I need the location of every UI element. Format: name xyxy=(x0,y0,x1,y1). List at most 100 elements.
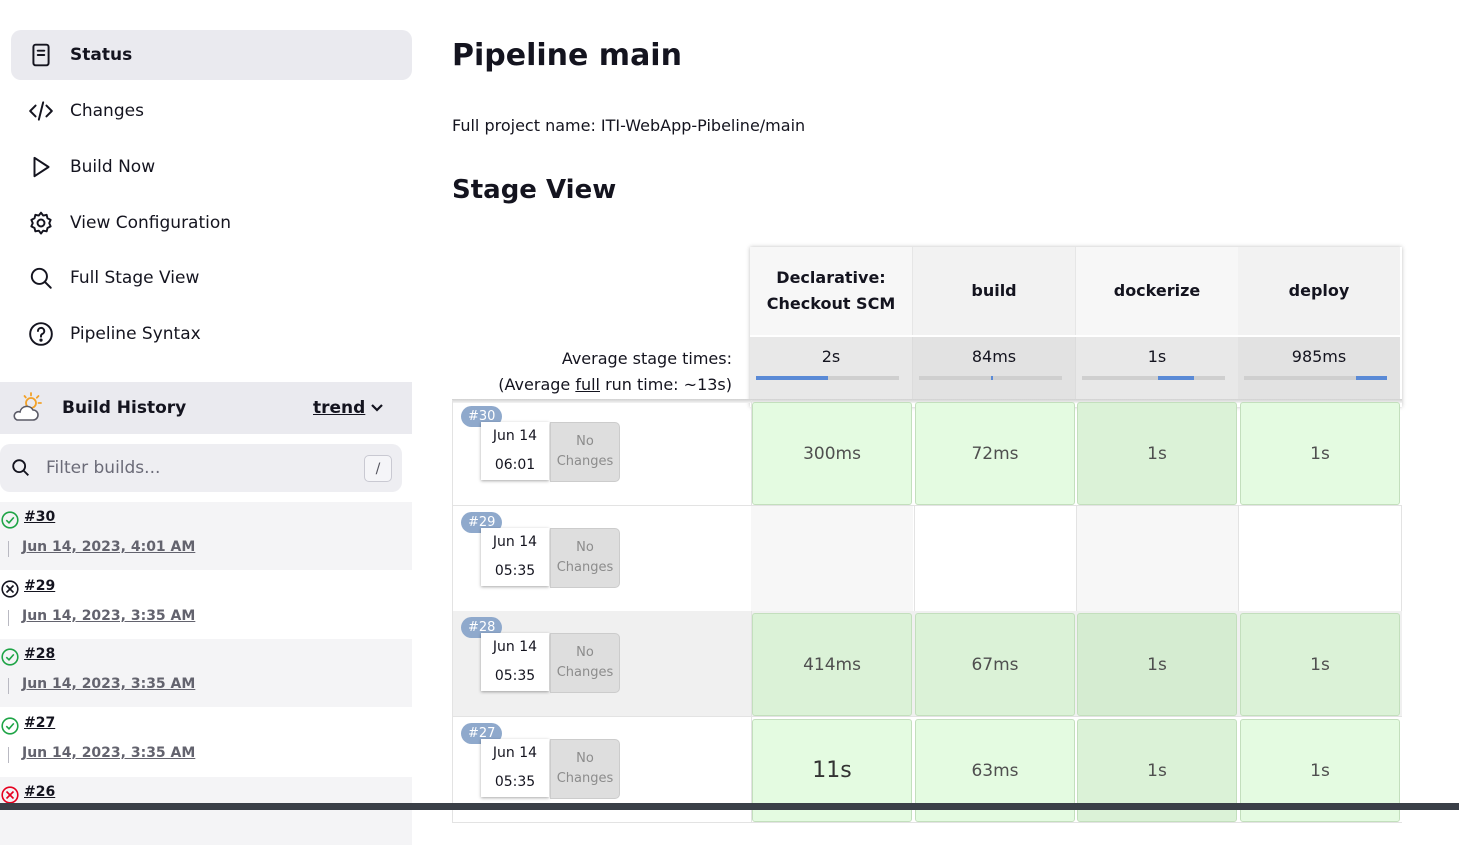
stage-name-line: Checkout SCM xyxy=(766,294,896,313)
stage-cell[interactable]: 1s xyxy=(1240,613,1400,716)
build-number-link[interactable]: #26 xyxy=(24,784,55,800)
stage-cell[interactable]: 67ms xyxy=(915,613,1075,716)
stage-run-row: #29 Jun 14 05:35 No Changes xyxy=(452,506,1402,612)
stage-name-line: Declarative: xyxy=(776,268,886,287)
run-time: 05:35 xyxy=(494,668,536,684)
stage-header-deploy: deploy xyxy=(1238,247,1400,335)
run-time: 06:01 xyxy=(494,457,536,473)
avg-label-prefix: (Average xyxy=(498,375,576,394)
empty-stage-cell xyxy=(751,506,913,611)
avg-time-cell: 84ms xyxy=(913,337,1076,399)
trend-link[interactable]: trend xyxy=(313,398,365,418)
stage-header-checkout: Declarative: Checkout SCM xyxy=(750,247,913,335)
run-date: Jun 14 xyxy=(492,639,538,655)
changes-text: No xyxy=(576,645,594,660)
full-run-time-link[interactable]: full xyxy=(575,375,600,394)
stage-cell[interactable]: 1s xyxy=(1240,402,1400,505)
sidebar-item-view-configuration[interactable]: View Configuration xyxy=(11,198,412,248)
stage-view-title: Stage View xyxy=(452,175,617,205)
sidebar-item-pipeline-syntax[interactable]: Pipeline Syntax xyxy=(11,309,412,359)
no-changes-box[interactable]: No Changes xyxy=(550,633,620,693)
run-datetime: Jun 14 05:35 xyxy=(481,739,549,797)
gear-icon xyxy=(26,208,56,238)
empty-stage-cell xyxy=(1076,506,1239,611)
sidebar-item-label: Build Now xyxy=(70,157,156,177)
build-row: #30 Jun 14, 2023, 4:01 AM xyxy=(0,502,412,570)
bottom-scroll-bar xyxy=(0,803,1459,810)
build-number-link[interactable]: #30 xyxy=(24,509,55,525)
success-check-icon xyxy=(1,717,19,735)
sidebar-item-build-now[interactable]: Build Now xyxy=(11,142,412,192)
success-check-icon xyxy=(1,511,19,529)
sidebar-item-changes[interactable]: Changes xyxy=(11,86,412,136)
build-history-title: Build History xyxy=(62,398,187,418)
avg-time-value: 84ms xyxy=(971,347,1017,366)
full-project-name: Full project name: ITI-WebApp-Pibeline/m… xyxy=(452,116,806,135)
avg-label-suffix: run time: ~13s) xyxy=(600,375,732,394)
stage-cell[interactable]: 414ms xyxy=(752,613,912,716)
avg-progress-track xyxy=(1082,376,1225,380)
build-number-link[interactable]: #28 xyxy=(24,646,55,662)
avg-time-cell: 2s xyxy=(750,337,913,399)
build-number-link[interactable]: #29 xyxy=(24,578,55,594)
run-info: #28 Jun 14 05:35 No Changes xyxy=(452,611,752,716)
sidebar-item-full-stage-view[interactable]: Full Stage View xyxy=(11,253,412,303)
avg-label-line: Average stage times: xyxy=(561,349,732,368)
run-info: #30 Jun 14 06:01 No Changes xyxy=(452,400,752,505)
chevron-down-icon[interactable] xyxy=(368,399,386,417)
help-icon xyxy=(26,319,56,349)
build-row: #27 Jun 14, 2023, 3:35 AM xyxy=(0,708,412,776)
avg-progress-fill xyxy=(990,376,994,380)
stage-cell[interactable]: 1s xyxy=(1077,613,1237,716)
empty-stage-cell xyxy=(914,506,1077,611)
timeline-line xyxy=(8,747,9,763)
stage-run-row: #28 Jun 14 05:35 No Changes 414ms 67ms 1… xyxy=(452,611,1402,717)
search-icon xyxy=(10,457,32,479)
avg-time-cell: 1s xyxy=(1076,337,1239,399)
avg-time-cell: 985ms xyxy=(1238,337,1400,399)
stage-run-row: #30 Jun 14 06:01 No Changes 300ms 72ms 1… xyxy=(452,400,1402,506)
build-row: #28 Jun 14, 2023, 3:35 AM xyxy=(0,639,412,707)
changes-text: Changes xyxy=(556,771,614,786)
run-datetime: Jun 14 05:35 xyxy=(481,633,549,691)
no-changes-box[interactable]: No Changes xyxy=(550,528,620,588)
empty-stage-cell xyxy=(1238,506,1402,611)
changes-text: Changes xyxy=(556,560,614,575)
build-row: #29 Jun 14, 2023, 3:35 AM xyxy=(0,571,412,639)
timeline-line xyxy=(8,541,9,557)
stage-cell[interactable]: 300ms xyxy=(752,402,912,505)
filter-builds-input[interactable] xyxy=(44,457,348,479)
avg-progress-fill xyxy=(1157,376,1194,380)
build-date-link[interactable]: Jun 14, 2023, 3:35 AM xyxy=(22,676,195,692)
build-history-header: Build History trend xyxy=(0,382,412,434)
sidebar-item-status[interactable]: Status xyxy=(11,30,412,80)
sidebar-item-label: Status xyxy=(70,45,133,65)
changes-text: No xyxy=(576,434,594,449)
build-number-link[interactable]: #27 xyxy=(24,715,55,731)
avg-time-value: 985ms xyxy=(1291,347,1347,366)
run-date: Jun 14 xyxy=(492,745,538,761)
timeline-line xyxy=(8,678,9,694)
no-changes-box[interactable]: No Changes xyxy=(550,739,620,799)
build-date-link[interactable]: Jun 14, 2023, 4:01 AM xyxy=(22,539,195,555)
changes-text: Changes xyxy=(556,454,614,469)
stage-cell[interactable]: 72ms xyxy=(915,402,1075,505)
changes-text: No xyxy=(576,540,594,555)
search-icon xyxy=(26,263,56,293)
no-changes-box[interactable]: No Changes xyxy=(550,422,620,482)
stage-cell[interactable]: 1s xyxy=(1077,402,1237,505)
play-icon xyxy=(26,152,56,182)
aborted-icon xyxy=(1,580,19,598)
avg-progress-fill xyxy=(756,376,828,380)
success-check-icon xyxy=(1,648,19,666)
average-stage-times-label: Average stage times: (Average full run t… xyxy=(452,346,732,398)
build-row: #26 xyxy=(0,777,412,845)
sidebar-item-label: Full Stage View xyxy=(70,268,200,288)
stage-name-line: deploy xyxy=(1288,281,1350,300)
build-date-link[interactable]: Jun 14, 2023, 3:35 AM xyxy=(22,608,195,624)
build-date-link[interactable]: Jun 14, 2023, 3:35 AM xyxy=(22,745,195,761)
avg-progress-track xyxy=(756,376,899,380)
failed-icon xyxy=(1,786,19,804)
avg-progress-fill xyxy=(1355,376,1387,380)
page-title: Pipeline main xyxy=(452,38,682,73)
